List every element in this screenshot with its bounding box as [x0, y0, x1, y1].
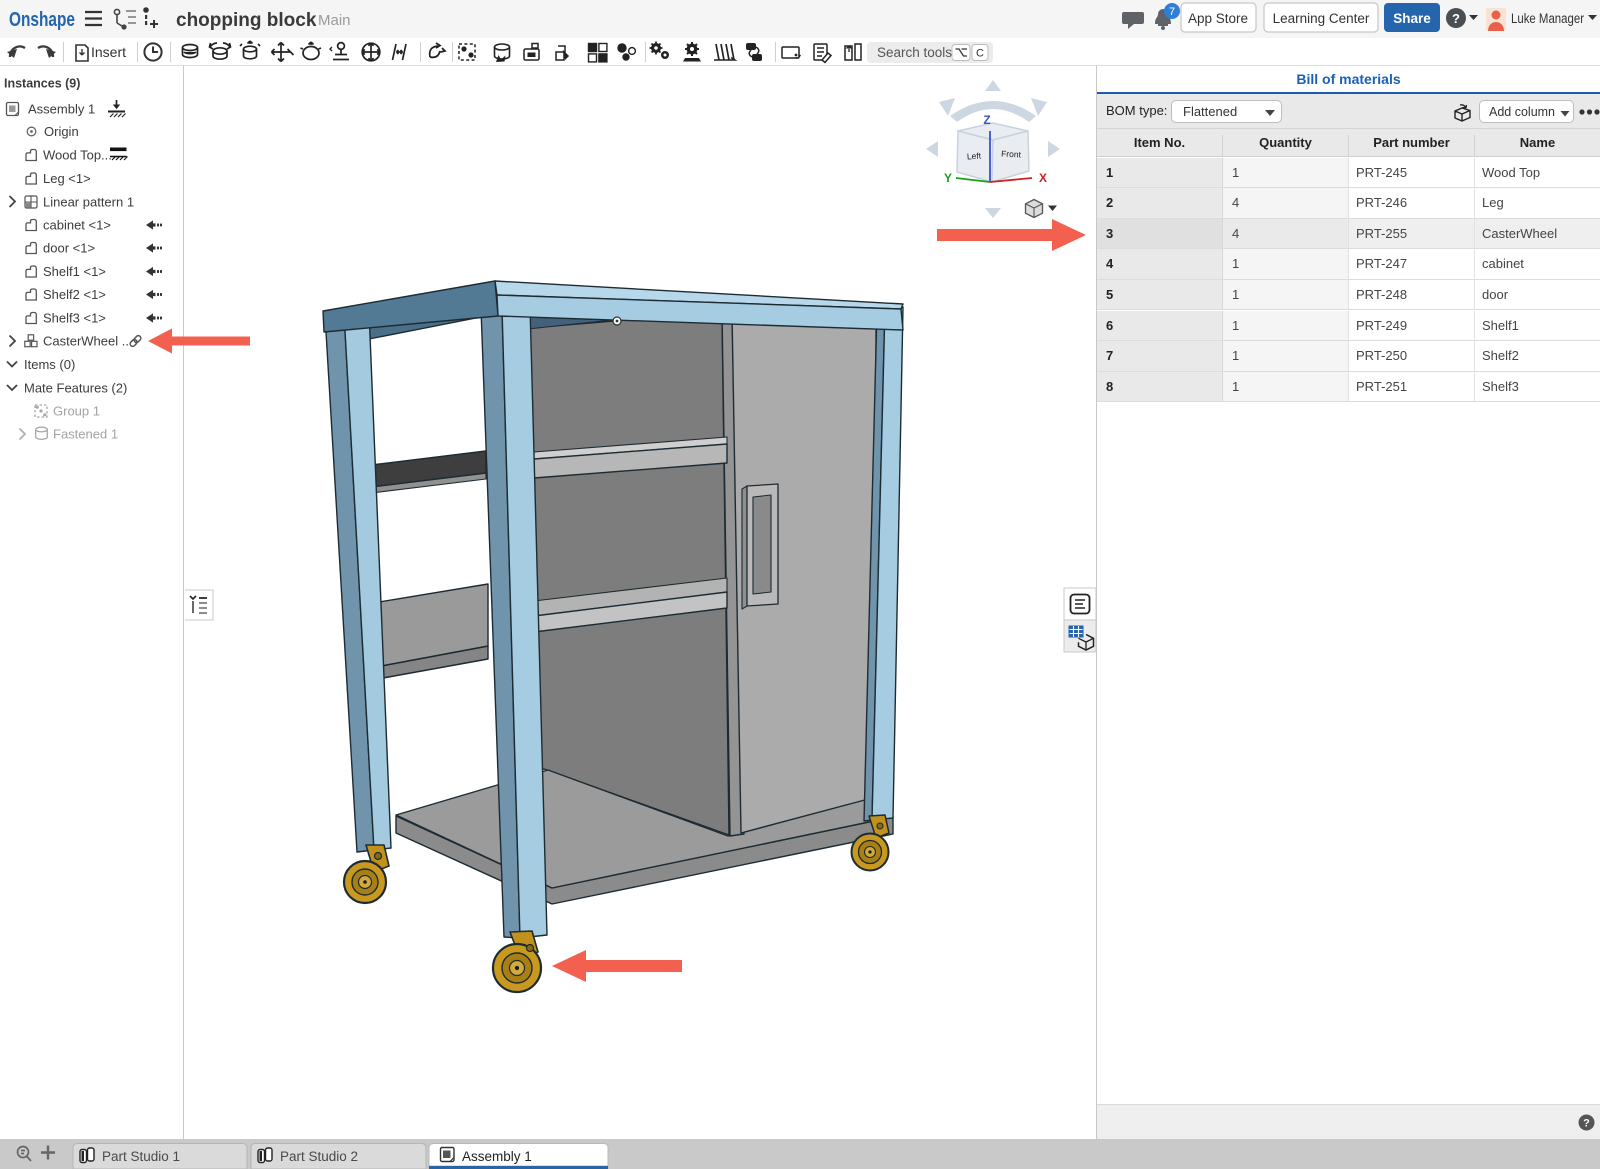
svg-text:Instances (9): Instances (9) — [4, 77, 80, 91]
svg-text:Learning Center: Learning Center — [1273, 11, 1370, 26]
svg-text:?: ? — [1583, 1118, 1590, 1130]
svg-text:Items (0): Items (0) — [24, 357, 75, 372]
svg-text:Shelf2 <1>: Shelf2 <1> — [43, 287, 106, 302]
svg-text:Linear pattern 1: Linear pattern 1 — [43, 195, 134, 210]
svg-text:Shelf1 <1>: Shelf1 <1> — [43, 264, 106, 279]
svg-text:Part Studio 2: Part Studio 2 — [280, 1149, 358, 1164]
svg-text:Part Studio 1: Part Studio 1 — [102, 1149, 180, 1164]
svg-text:CasterWheel ..: CasterWheel .. — [43, 334, 129, 349]
svg-text:door <1>: door <1> — [43, 241, 95, 256]
svg-text:Onshape: Onshape — [9, 9, 75, 31]
svg-text:Assembly 1: Assembly 1 — [462, 1149, 532, 1164]
svg-text:Front: Front — [1001, 148, 1022, 159]
svg-text:Luke Manager: Luke Manager — [1511, 11, 1584, 26]
svg-text:Shelf3 <1>: Shelf3 <1> — [43, 311, 106, 326]
svg-text:Share: Share — [1393, 11, 1431, 26]
svg-text:Wood Top...: Wood Top... — [43, 148, 112, 163]
svg-text:X: X — [1039, 171, 1047, 185]
svg-text:?: ? — [1452, 11, 1460, 26]
svg-text:Y: Y — [944, 171, 952, 185]
svg-text:Left: Left — [967, 150, 982, 161]
svg-text:Search tools...: Search tools... — [877, 45, 963, 60]
svg-text:Origin: Origin — [44, 124, 79, 139]
svg-text:cabinet <1>: cabinet <1> — [43, 218, 111, 233]
svg-text:7: 7 — [1169, 6, 1175, 18]
svg-text:C: C — [976, 48, 984, 60]
svg-text:Insert: Insert — [91, 44, 126, 60]
svg-text:Mate Features (2): Mate Features (2) — [24, 381, 127, 396]
svg-text:Fastened 1: Fastened 1 — [53, 427, 118, 442]
svg-text:Z: Z — [983, 113, 990, 127]
svg-text:Group 1: Group 1 — [53, 404, 100, 419]
svg-text:chopping block: chopping block — [176, 10, 317, 31]
svg-text:Main: Main — [318, 12, 351, 29]
svg-text:Assembly 1: Assembly 1 — [28, 102, 95, 117]
svg-text:App Store: App Store — [1188, 11, 1248, 26]
svg-text:Leg <1>: Leg <1> — [43, 171, 91, 186]
